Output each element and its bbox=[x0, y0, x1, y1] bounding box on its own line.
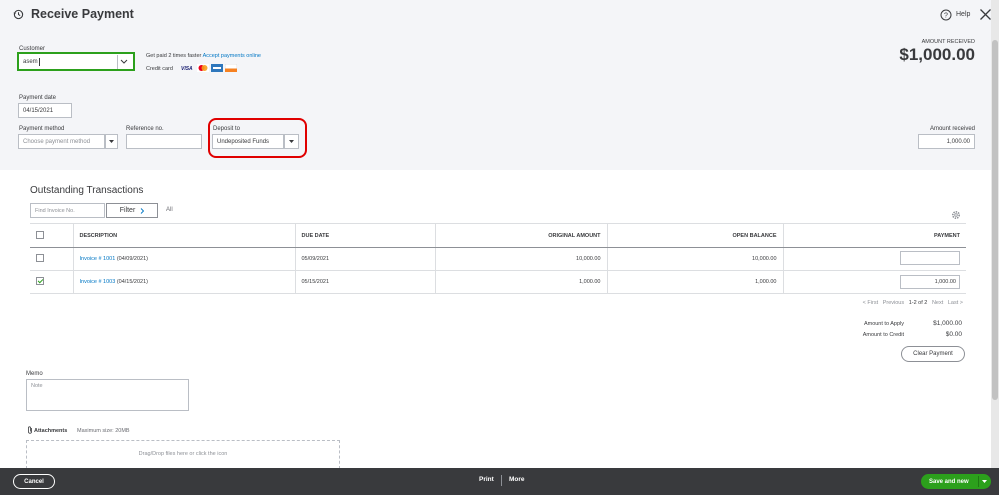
table-row: Invoice # 1001 (04/09/2021) 05/09/2021 1… bbox=[30, 247, 966, 271]
row-description: Invoice # 1003 (04/15/2021) bbox=[73, 270, 296, 294]
invoice-date: (04/09/2021) bbox=[116, 256, 149, 262]
caret-down-icon bbox=[289, 140, 294, 143]
pagination-first[interactable]: < First bbox=[863, 300, 878, 306]
deposit-to-select[interactable]: Undeposited Funds bbox=[212, 134, 284, 149]
cancel-button[interactable]: Cancel bbox=[13, 474, 55, 489]
column-header-open-balance: OPEN BALANCE bbox=[607, 223, 784, 248]
row-open-balance: 1,000.00 bbox=[607, 270, 784, 294]
attachments-label: Attachments bbox=[34, 428, 68, 434]
chevron-down-icon[interactable] bbox=[120, 59, 128, 65]
payment-method-select[interactable]: Choose payment method bbox=[18, 134, 105, 149]
help-icon[interactable]: ? bbox=[940, 9, 952, 21]
row-checkbox[interactable] bbox=[36, 254, 44, 262]
invoice-link[interactable]: Invoice # 1003 bbox=[80, 279, 116, 285]
visa-icon: VISA bbox=[181, 66, 193, 72]
payment-date-label: Payment date bbox=[19, 95, 57, 101]
paperclip-icon[interactable] bbox=[27, 426, 33, 434]
row-due-date: 05/09/2021 bbox=[295, 247, 436, 271]
caret-down-icon bbox=[109, 140, 114, 143]
attachments-dropzone[interactable]: Drag/Drop files here or click the icon bbox=[26, 440, 340, 469]
deposit-to-label: Deposit to bbox=[213, 126, 241, 132]
mastercard-icon bbox=[197, 64, 209, 72]
invoice-date: (04/15/2021) bbox=[116, 279, 149, 285]
credit-card-label: Credit card bbox=[146, 66, 173, 72]
row-original-amount: 1,000.00 bbox=[435, 270, 608, 294]
deposit-to-dropdown[interactable] bbox=[284, 134, 299, 149]
invoice-link[interactable]: Invoice # 1001 bbox=[80, 256, 116, 262]
amount-to-apply-value: $1,000.00 bbox=[933, 320, 962, 327]
amount-to-credit-label: Amount to Credit bbox=[862, 332, 904, 338]
footer-bar bbox=[0, 468, 999, 495]
history-icon[interactable] bbox=[13, 9, 24, 20]
payment-input[interactable] bbox=[900, 251, 960, 265]
reference-label: Reference no. bbox=[126, 126, 164, 132]
payment-date-input[interactable]: 04/15/2021 bbox=[18, 103, 72, 118]
filter-all-label: All bbox=[166, 207, 173, 213]
outstanding-title: Outstanding Transactions bbox=[30, 185, 144, 196]
amount-received-label: Amount received bbox=[929, 126, 975, 132]
pagination-next[interactable]: Next bbox=[932, 300, 943, 306]
save-and-new-button[interactable]: Save and new bbox=[921, 474, 991, 489]
column-header-original-amount: ORIGINAL AMOUNT bbox=[435, 223, 608, 248]
page-title: Receive Payment bbox=[31, 7, 134, 21]
attachments-max-size: Maximum size: 20MB bbox=[77, 428, 130, 434]
amex-icon bbox=[211, 64, 223, 72]
chevron-right-icon bbox=[140, 207, 145, 214]
pagination-last[interactable]: Last > bbox=[948, 300, 963, 306]
payments-promo: Get paid 2 times faster Accept payments … bbox=[146, 53, 261, 59]
clear-payment-button[interactable]: Clear Payment bbox=[901, 346, 965, 362]
row-open-balance: 10,000.00 bbox=[607, 247, 784, 271]
payment-input[interactable]: 1,000.00 bbox=[900, 275, 960, 289]
close-icon[interactable] bbox=[979, 8, 992, 21]
pagination-range: 1-2 of 2 bbox=[908, 300, 928, 306]
row-original-amount: 10,000.00 bbox=[435, 247, 608, 271]
payment-method-dropdown[interactable] bbox=[105, 134, 118, 149]
column-header-payment: PAYMENT bbox=[783, 223, 966, 248]
help-link[interactable]: Help bbox=[956, 11, 970, 18]
gear-icon[interactable] bbox=[951, 210, 961, 220]
customer-value: asem bbox=[23, 58, 38, 65]
page-scrollbar[interactable] bbox=[991, 0, 999, 468]
pagination: < First Previous 1-2 of 2 Next Last > bbox=[863, 300, 963, 306]
amount-received-input[interactable]: 1,000.00 bbox=[918, 134, 975, 149]
outstanding-table: DESCRIPTION DUE DATE ORIGINAL AMOUNT OPE… bbox=[30, 223, 966, 294]
discover-icon bbox=[225, 64, 237, 72]
print-button[interactable]: Print bbox=[479, 476, 494, 483]
filter-button[interactable]: Filter bbox=[106, 203, 158, 218]
amount-received-total: $1,000.00 bbox=[899, 45, 975, 64]
memo-label: Memo bbox=[26, 371, 43, 377]
amount-to-apply-label: Amount to Apply bbox=[863, 321, 904, 327]
table-header-row: DESCRIPTION DUE DATE ORIGINAL AMOUNT OPE… bbox=[30, 223, 966, 248]
select-all-checkbox[interactable] bbox=[36, 230, 44, 239]
row-checkbox[interactable] bbox=[36, 277, 44, 285]
pagination-previous[interactable]: Previous bbox=[883, 300, 904, 306]
column-header-due-date: DUE DATE bbox=[295, 223, 436, 248]
scrollbar-thumb[interactable] bbox=[992, 40, 998, 400]
table-row: Invoice # 1003 (04/15/2021) 05/15/2021 1… bbox=[30, 270, 966, 294]
memo-textarea[interactable]: Note bbox=[26, 379, 189, 411]
column-header-description: DESCRIPTION bbox=[73, 223, 296, 248]
find-invoice-input[interactable]: Find Invoice No. bbox=[30, 203, 105, 218]
customer-label: Customer bbox=[19, 46, 46, 52]
accept-payments-link[interactable]: Accept payments online bbox=[203, 53, 261, 59]
save-options-caret-icon[interactable] bbox=[982, 480, 987, 483]
header-select-all bbox=[30, 223, 74, 248]
more-button[interactable]: More bbox=[509, 476, 525, 483]
payment-method-label: Payment method bbox=[19, 126, 65, 132]
row-due-date: 05/15/2021 bbox=[295, 270, 436, 294]
amount-to-credit-value: $0.00 bbox=[945, 331, 962, 338]
row-description: Invoice # 1001 (04/09/2021) bbox=[73, 247, 296, 271]
svg-text:?: ? bbox=[944, 13, 948, 20]
reference-input[interactable] bbox=[126, 134, 202, 149]
